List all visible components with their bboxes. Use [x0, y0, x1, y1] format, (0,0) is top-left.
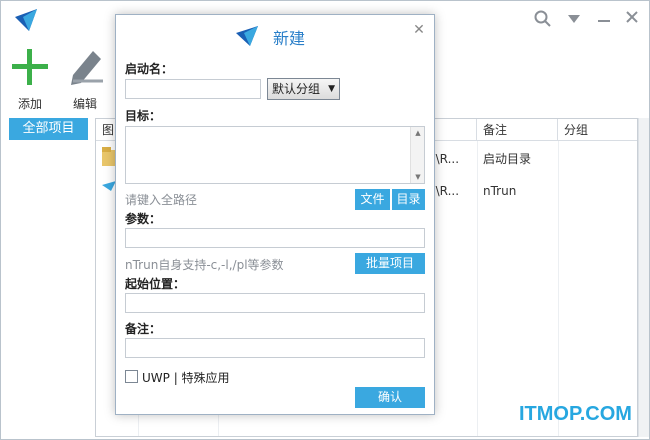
edit-label: 编辑	[72, 97, 97, 111]
uwp-checkbox-label[interactable]: UWP | 特殊应用	[142, 369, 230, 386]
list-scrollbar[interactable]	[638, 118, 649, 437]
minimize-icon[interactable]	[593, 8, 615, 30]
params-label: 参数：	[125, 212, 162, 226]
chevron-down-icon: ▼	[328, 84, 335, 94]
plus-icon	[12, 49, 48, 85]
search-icon[interactable]	[532, 8, 554, 30]
start-location-label: 起始位置：	[125, 277, 186, 291]
dialog-title: 新建	[273, 29, 306, 48]
watermark-text: ITMOP.COM	[519, 403, 632, 425]
new-item-dialog: 新建 ✕ 启动名： 默认分组 ▼ 目标： ▲ ▼ 请键入全路径 文件 目录 参数…	[115, 14, 435, 415]
params-hint: nTrun自身支持-c,-l,/pl等参数	[125, 258, 284, 272]
column-divider	[558, 141, 559, 436]
batch-items-button[interactable]: 批量项目	[355, 253, 425, 274]
name-label: 启动名：	[125, 62, 174, 76]
chevron-down-icon[interactable]	[563, 8, 585, 30]
close-icon[interactable]	[621, 8, 643, 30]
edit-button[interactable]: 编辑	[63, 47, 107, 113]
ntrun-logo-icon	[236, 26, 258, 46]
note-label: 备注：	[125, 322, 162, 336]
ntrun-logo-icon	[102, 181, 116, 191]
add-button[interactable]: 添加	[8, 47, 52, 113]
pencil-icon	[71, 51, 103, 85]
close-icon[interactable]: ✕	[411, 21, 427, 39]
name-input[interactable]	[125, 79, 261, 99]
textarea-scrollbar[interactable]: ▲ ▼	[410, 127, 424, 183]
row-note: nTrun	[483, 184, 517, 198]
target-textarea[interactable]: ▲ ▼	[125, 126, 425, 184]
params-input[interactable]	[125, 228, 425, 248]
scroll-up-icon[interactable]: ▲	[411, 129, 425, 137]
group-all-items-button[interactable]: 全部项目	[9, 118, 88, 140]
start-location-input[interactable]	[125, 293, 425, 313]
uwp-checkbox[interactable]	[125, 370, 138, 383]
column-header-group[interactable]: 分组	[558, 119, 638, 141]
group-select[interactable]: 默认分组 ▼	[267, 78, 340, 100]
target-label: 目标：	[125, 109, 162, 123]
directory-button[interactable]: 目录	[392, 189, 425, 210]
file-button[interactable]: 文件	[355, 189, 390, 210]
column-header-note[interactable]: 备注	[477, 119, 558, 141]
row-note: 启动目录	[483, 152, 532, 166]
confirm-button[interactable]: 确认	[355, 387, 425, 408]
note-input[interactable]	[125, 338, 425, 358]
scroll-down-icon[interactable]: ▼	[411, 173, 425, 181]
target-hint: 请键入全路径	[125, 193, 198, 207]
ntrun-logo-icon	[15, 9, 37, 31]
add-label: 添加	[17, 97, 42, 111]
group-select-value: 默认分组	[272, 82, 321, 96]
